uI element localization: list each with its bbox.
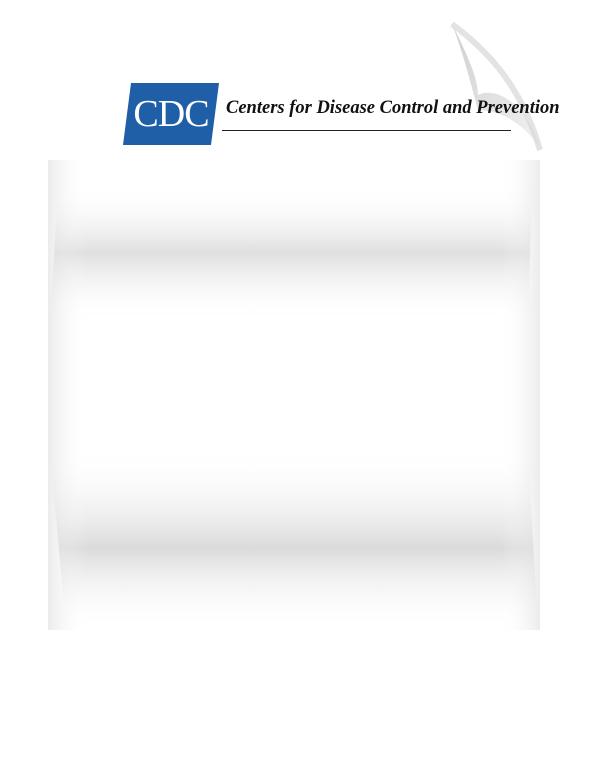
side-shading xyxy=(48,160,540,630)
organization-name: Centers for Disease Control and Preventi… xyxy=(226,98,560,118)
cdc-logo-text: CDC xyxy=(133,93,209,135)
page-curl xyxy=(452,24,540,150)
header-divider xyxy=(222,130,511,131)
